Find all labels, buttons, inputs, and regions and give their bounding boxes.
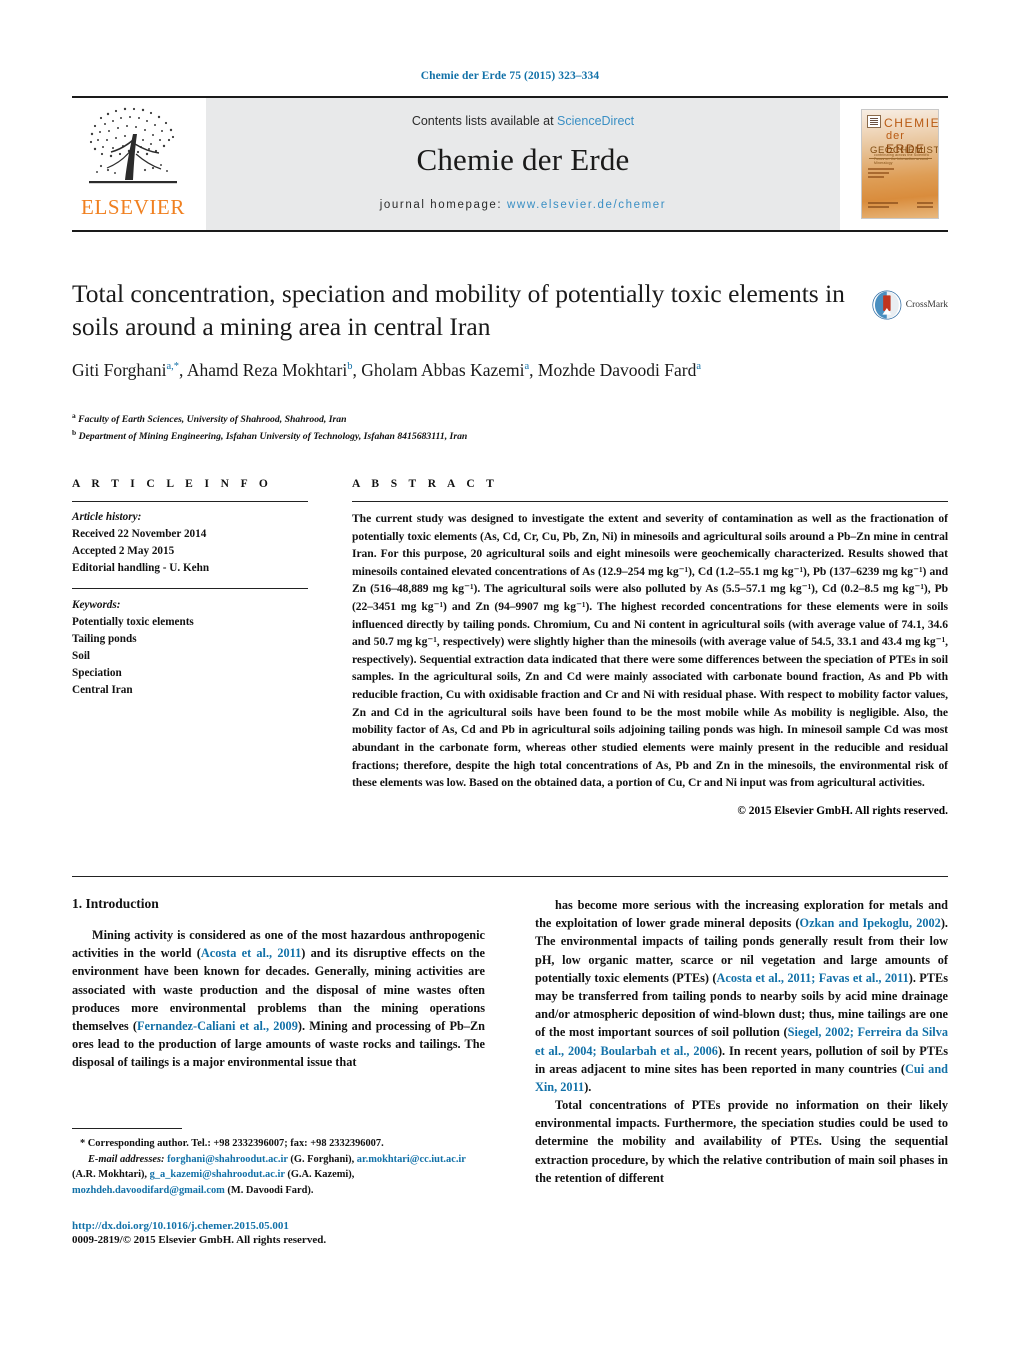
article-history-item: Received 22 November 2014 — [72, 528, 207, 541]
section-heading-introduction: 1. Introduction — [72, 896, 159, 911]
email-addresses-note: E-mail addresses: forghani@shahroodut.ac… — [72, 1152, 485, 1199]
affiliation-item: b Department of Mining Engineering, Isfa… — [72, 428, 468, 443]
email-link[interactable]: ar.mokhtari@cc.iut.ac.ir — [357, 1154, 466, 1165]
citation-link[interactable]: Cui and Xin, 2011 — [535, 1062, 948, 1094]
affiliation-list: a Faculty of Earth Sciences, University … — [72, 410, 772, 445]
author-name: Gholam Abbas Kazemi — [361, 360, 525, 381]
email-owner: (A.R. Mokhtari), — [72, 1169, 150, 1181]
journal-cover-cell: CHEMIE der ERDE GEOCHEMISTRY contributin… — [852, 98, 948, 230]
cover-text-block-upper — [868, 168, 894, 180]
sciencedirect-link[interactable]: ScienceDirect — [557, 114, 634, 128]
email-link[interactable]: forghani@shahroodut.ac.ir — [167, 1154, 288, 1165]
body-paragraph: has become more serious with the increas… — [535, 898, 948, 1094]
keyword-item: Soil — [72, 650, 91, 663]
crossmark-icon — [872, 290, 902, 320]
elsevier-tree-icon — [89, 107, 177, 184]
abstract-column: A B S T R A C T The current study was de… — [352, 478, 948, 817]
journal-band: Contents lists available at ScienceDirec… — [206, 98, 840, 230]
crossmark-badge[interactable]: CrossMark — [872, 282, 948, 328]
footnote-rule — [72, 1128, 182, 1129]
cover-publisher-icon — [867, 115, 881, 128]
citation-link[interactable]: Ozkan and Ipekoglu, 2002 — [800, 916, 941, 930]
author-affiliation-mark: a,* — [166, 361, 180, 373]
citation-link[interactable]: Acosta et al., 2011 — [201, 946, 301, 960]
cover-title-line1: CHEMIE — [884, 116, 939, 130]
author-affiliation-mark: b — [347, 361, 353, 373]
intro-paragraphs-right: has become more serious with the increas… — [535, 896, 948, 1187]
article-history-label: Article history: — [72, 511, 142, 523]
running-head: Chemie der Erde 75 (2015) 323–334 — [420, 70, 600, 82]
elsevier-logo: ELSEVIER — [72, 98, 194, 230]
author-name: Ahamd Reza Mokhtari — [186, 360, 348, 381]
email-owner: (G.A. Kazemi), — [284, 1169, 355, 1181]
footnote-block: * Corresponding author. Tel.: +98 233239… — [72, 1128, 485, 1246]
keyword-item: Central Iran — [72, 684, 133, 697]
issn-copyright: 0009-2819/© 2015 Elsevier GmbH. All righ… — [72, 1234, 327, 1247]
contents-prefix: Contents lists available at — [411, 114, 558, 128]
article-info-column: A R T I C L E I N F O Article history: R… — [72, 478, 308, 817]
title-block: Total concentration, speciation and mobi… — [72, 278, 948, 382]
intro-paragraphs-left: Mining activity is considered as one of … — [72, 926, 485, 1072]
email-addresses-label: E-mail addresses: — [88, 1153, 168, 1165]
email-owner: (G. Forghani), — [287, 1153, 357, 1165]
article-info-heading: A R T I C L E I N F O — [72, 478, 273, 490]
cover-text-block-lower — [868, 202, 898, 210]
keyword-item: Tailing ponds — [72, 633, 137, 646]
article-history-item: Editorial handling - U. Kehn — [72, 562, 210, 575]
email-owner: (M. Davoodi Fard). — [224, 1184, 314, 1196]
author-affiliation-mark: a — [696, 361, 702, 373]
cover-strapline: contributing across the Scientific Focus… — [874, 153, 930, 165]
crossmark-label: CrossMark — [905, 300, 948, 310]
citation-link[interactable]: Fernandez-Caliani et al., 2009 — [137, 1019, 298, 1033]
elsevier-wordmark: ELSEVIER — [81, 195, 185, 219]
keyword-item: Speciation — [72, 667, 122, 680]
keyword-item: Potentially toxic elements — [72, 616, 194, 629]
homepage-prefix: journal homepage: — [379, 199, 508, 211]
abstract-rule — [352, 501, 948, 502]
article-title: Total concentration, speciation and mobi… — [72, 279, 845, 341]
affiliation-mark: a — [72, 411, 76, 420]
keywords-label: Keywords: — [72, 599, 121, 612]
info-abstract-band: A R T I C L E I N F O Article history: R… — [72, 478, 948, 817]
journal-masthead: ELSEVIER Contents lists available at Sci… — [72, 96, 948, 232]
journal-homepage-link[interactable]: www.elsevier.de/chemer — [507, 199, 666, 211]
email-link[interactable]: g_a_kazemi@shahroodut.ac.ir — [150, 1169, 285, 1180]
keywords-rule — [72, 588, 308, 590]
keywords-items: Potentially toxic elements Tailing ponds S… — [72, 614, 308, 699]
journal-homepage-line: journal homepage: www.elsevier.de/chemer — [206, 199, 840, 211]
body-paragraph: Total concentrations of PTEs provide no … — [535, 1098, 948, 1185]
author-name: Giti Forghani — [72, 360, 167, 381]
cover-divider — [869, 158, 932, 159]
abstract-copyright: © 2015 Elsevier GmbH. All rights reserve… — [737, 804, 948, 817]
abstract-heading: A B S T R A C T — [352, 478, 499, 490]
abstract-bottom-rule — [72, 876, 948, 877]
journal-title: Chemie der Erde — [416, 142, 630, 177]
body-column-right: has become more serious with the increas… — [535, 896, 948, 1187]
email-link[interactable]: mozhdeh.davoodifard@gmail.com — [72, 1185, 225, 1196]
affiliation-item: a Faculty of Earth Sciences, University … — [72, 411, 347, 426]
contents-line: Contents lists available at ScienceDirec… — [206, 98, 840, 128]
author-affiliation-mark: a — [524, 361, 530, 373]
corresponding-author-note: * Corresponding author. Tel.: +98 233239… — [80, 1138, 384, 1149]
citation-link[interactable]: Acosta et al., 2011; Favas et al., 2011 — [716, 971, 908, 985]
cover-der: der — [886, 130, 905, 142]
keywords-block: Keywords: Potentially toxic elements Tail… — [72, 597, 308, 699]
article-history-block: Article history: Received 22 November 20… — [72, 509, 308, 577]
journal-cover-thumbnail[interactable]: CHEMIE der ERDE GEOCHEMISTRY contributin… — [861, 109, 939, 219]
cover-volume-block — [917, 202, 933, 210]
body-paragraph: Mining activity is considered as one of … — [72, 928, 486, 1070]
citation-link[interactable]: Siegel, 2002; Ferreira da Silva et al., … — [535, 1025, 948, 1057]
abstract-text: The current study was designed to invest… — [352, 512, 948, 790]
affiliation-mark: b — [72, 428, 77, 438]
doi-link[interactable]: http://dx.doi.org/10.1016/j.chemer.2015.… — [72, 1220, 485, 1232]
author-list: Giti Forghania,*, Ahamd Reza Mokhtarib, … — [72, 360, 702, 381]
author-name: Mozhde Davoodi Fard — [537, 360, 697, 381]
article-history-item: Accepted 2 May 2015 — [72, 545, 175, 558]
article-history-items: Received 22 November 2014 Accepted 2 May … — [72, 526, 308, 577]
article-info-rule — [72, 501, 308, 502]
